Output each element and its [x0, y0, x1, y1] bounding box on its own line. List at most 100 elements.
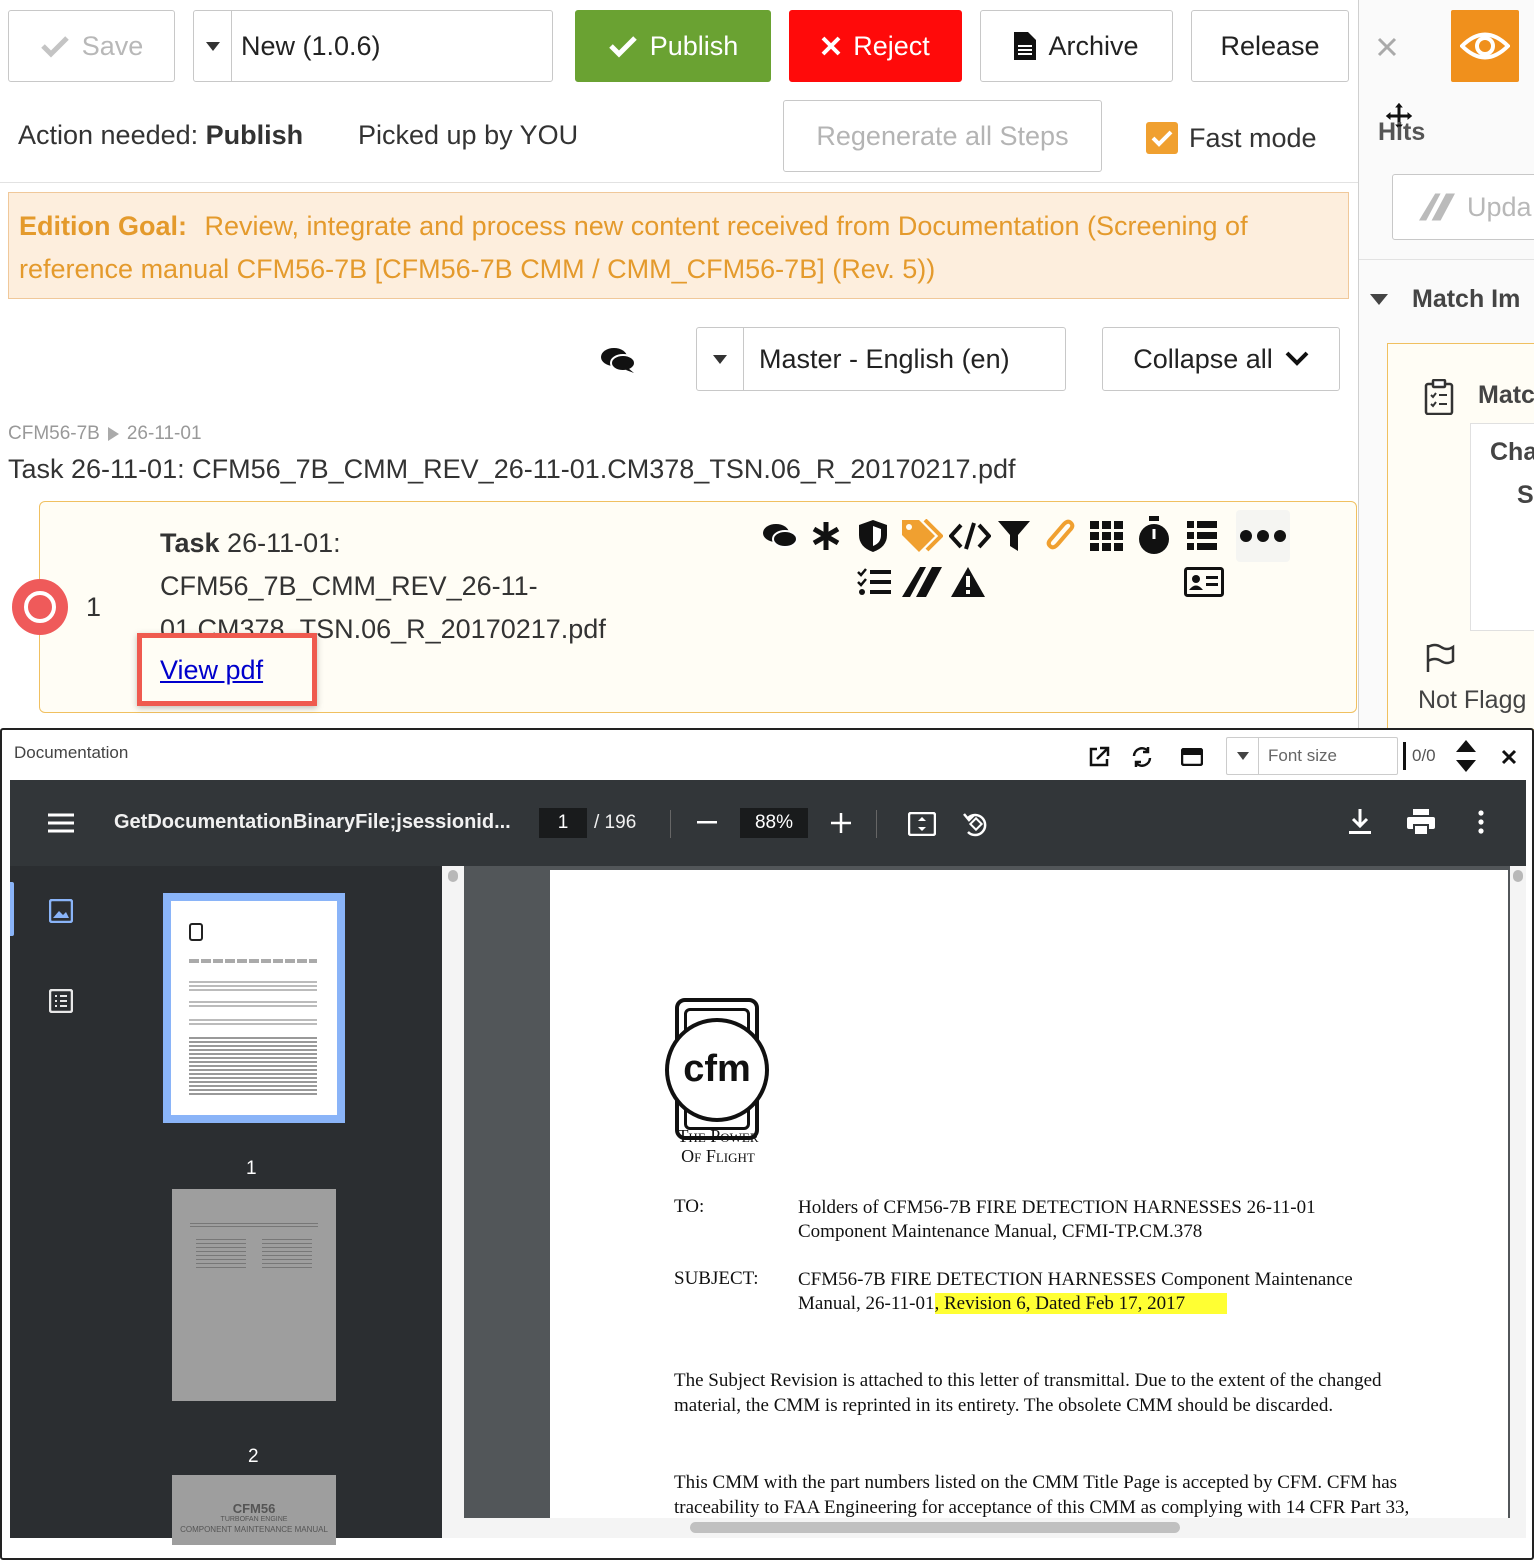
sidebar-active-indicator [10, 882, 14, 936]
pdf-toolbar: GetDocumentationBinaryFile;jsessionid...… [10, 780, 1526, 866]
zoom-out-button[interactable] [692, 808, 722, 838]
letter-para2-line1: This CMM with the part numbers listed on… [674, 1472, 1398, 1493]
page-thumbnail-1[interactable] [163, 893, 345, 1123]
pdf-total-pages: / 196 [594, 812, 637, 833]
attachment-button[interactable] [1042, 516, 1078, 556]
action-needed-value: Publish [205, 120, 304, 150]
regenerate-steps-button[interactable]: Regenerate all Steps [783, 100, 1102, 172]
checklist-button[interactable] [855, 562, 893, 602]
cfm-logo-text: cfm [683, 1048, 751, 1090]
grid-button[interactable] [1088, 516, 1126, 556]
thumbnails-view-button[interactable] [46, 896, 76, 926]
file-icon [1014, 32, 1037, 60]
view-pdf-link[interactable]: View pdf [160, 655, 263, 686]
comments-button[interactable] [598, 344, 638, 376]
sort-arrows-icon [1456, 740, 1476, 772]
timer-button[interactable] [1135, 514, 1173, 558]
archive-button[interactable]: Archive [980, 10, 1173, 82]
minimize-button[interactable] [1177, 742, 1207, 772]
task-card-bold: Task [160, 528, 220, 558]
external-link-icon [1089, 746, 1110, 767]
font-size-dropdown-toggle[interactable] [1227, 738, 1259, 774]
pdf-horizontal-scrollbar[interactable] [464, 1518, 1510, 1538]
download-button[interactable] [1344, 806, 1376, 838]
task-comments-button[interactable] [760, 518, 800, 554]
slanted-bars-icon [1419, 193, 1455, 221]
hits-label: Hits [1378, 118, 1426, 146]
flag-icon[interactable] [1424, 642, 1456, 674]
letter-paragraph-1: The Subject Revision is attached to this… [674, 1368, 1382, 1418]
code-button[interactable] [948, 516, 992, 556]
version-select[interactable]: New (1.0.6) [193, 10, 553, 82]
fast-mode-checkbox[interactable]: Fast mode [1146, 122, 1317, 154]
plus-icon [831, 813, 851, 833]
comments-icon [601, 348, 636, 373]
save-button[interactable]: Save [8, 10, 175, 82]
pdf-vertical-scrollbar[interactable] [1510, 866, 1526, 1538]
reject-button[interactable]: Reject [789, 10, 962, 82]
status-indicator-icon [12, 579, 68, 635]
preview-toggle-button[interactable] [1451, 10, 1519, 82]
paperclip-icon [1046, 519, 1075, 550]
status-separator [0, 182, 1358, 183]
zoom-level[interactable]: 88% [740, 808, 808, 838]
zoom-in-button[interactable] [826, 808, 856, 838]
check-icon [40, 36, 69, 58]
language-dropdown-toggle[interactable] [697, 328, 744, 390]
rotate-icon [963, 813, 987, 837]
caret-right-icon [107, 427, 119, 441]
chevron-down-icon [1285, 351, 1309, 366]
image-icon [49, 899, 73, 923]
clipboard-icon [1422, 378, 1456, 416]
tags-button[interactable] [900, 516, 944, 556]
filter-button[interactable] [996, 516, 1032, 556]
shield-button[interactable] [855, 516, 891, 556]
close-doc-button[interactable] [1494, 742, 1524, 772]
page-thumbnail-2[interactable] [172, 1189, 336, 1401]
pdf-more-button[interactable] [1466, 806, 1496, 838]
pdf-page-input[interactable]: 1 [539, 808, 587, 838]
id-card-button[interactable] [1182, 562, 1226, 602]
pdf-filename: GetDocumentationBinaryFile;jsessionid... [114, 811, 511, 833]
comments-icon [763, 524, 798, 548]
slanted-bars-button[interactable] [900, 562, 944, 602]
match-section-header[interactable]: Match Im [1370, 285, 1520, 314]
action-needed: Action needed: Publish [18, 120, 303, 151]
action-needed-prefix: Action needed: [18, 120, 199, 150]
breadcrumb-root[interactable]: CFM56-7B [8, 423, 100, 445]
refresh-icon [1132, 747, 1152, 767]
collapse-all-button[interactable]: Collapse all [1102, 327, 1340, 391]
database-list-icon [1187, 521, 1217, 550]
cfm-tagline-line2: Of Flight [681, 1146, 755, 1166]
fit-page-button[interactable] [906, 808, 938, 840]
grid-icon [1090, 521, 1123, 551]
database-button[interactable] [1183, 516, 1221, 556]
warning-button[interactable] [948, 562, 988, 602]
caret-down-icon [1370, 294, 1388, 305]
rotate-button[interactable] [960, 808, 992, 840]
page-thumbnail-3[interactable]: CFM56 TURBOFAN ENGINE COMPONENT MAINTENA… [172, 1475, 336, 1545]
update-button[interactable]: Upda [1392, 174, 1534, 240]
archive-label: Archive [1048, 30, 1139, 61]
breadcrumb-child[interactable]: 26-11-01 [127, 423, 202, 445]
release-button[interactable]: Release [1191, 10, 1349, 82]
publish-button[interactable]: Publish [575, 10, 771, 82]
open-external-button[interactable] [1084, 742, 1114, 772]
cfm-tagline-line1: The Power [677, 1126, 759, 1146]
sidebar-scrollbar[interactable] [442, 866, 464, 1538]
pdf-menu-button[interactable] [44, 806, 78, 840]
language-select[interactable]: Master - English (en) [696, 327, 1066, 391]
letter-to-line2: Component Maintenance Manual, CFMI-TP.CM… [798, 1221, 1203, 1242]
version-dropdown-toggle[interactable] [194, 11, 232, 81]
update-label: Upda [1467, 191, 1532, 222]
more-actions-button[interactable] [1236, 510, 1290, 562]
font-size-select[interactable]: Font size [1226, 737, 1398, 775]
outline-view-button[interactable] [46, 986, 76, 1016]
asterisk-button[interactable] [808, 516, 844, 556]
refresh-button[interactable] [1127, 742, 1157, 772]
fit-to-page-icon [908, 812, 936, 836]
print-button[interactable] [1404, 806, 1438, 838]
close-panel-button[interactable] [1370, 30, 1404, 64]
vertical-dots-icon [1478, 810, 1484, 834]
hit-navigation-button[interactable] [1452, 738, 1480, 774]
